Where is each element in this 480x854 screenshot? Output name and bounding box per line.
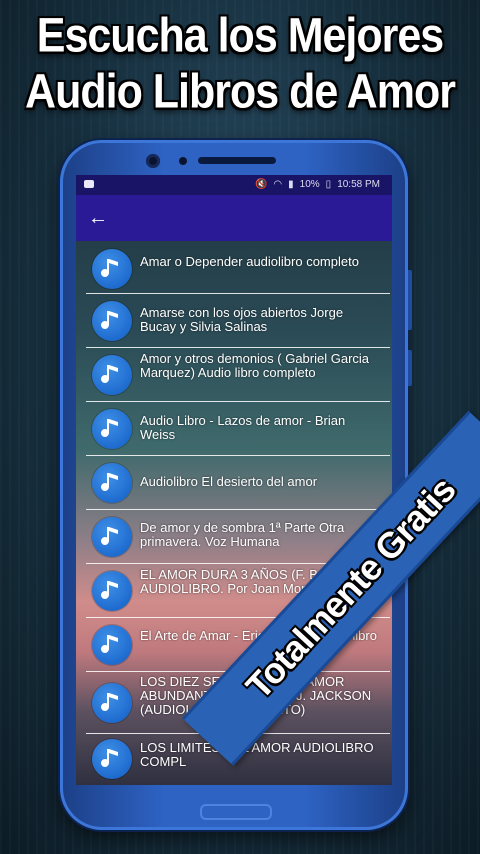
signal-icon: ▮ bbox=[288, 179, 294, 190]
clock: 10:58 PM bbox=[337, 179, 380, 190]
list-item[interactable]: El Arte de Amar - Erich Fromm Audiolibro bbox=[86, 619, 390, 672]
item-title: De amor y de sombra 1ª Parte Otra primav… bbox=[140, 520, 345, 549]
music-note-icon bbox=[92, 355, 132, 395]
battery-icon: ▯ bbox=[325, 179, 332, 190]
item-title: Amor y otros demonios ( Gabriel Garcia M… bbox=[140, 351, 370, 380]
home-button[interactable] bbox=[200, 804, 272, 820]
earpiece-speaker bbox=[198, 157, 276, 164]
item-title: Amarse con los ojos abiertos Jorge Bucay… bbox=[140, 305, 344, 334]
youtube-icon bbox=[84, 180, 94, 188]
list-item[interactable]: Audio Libro - Lazos de amor - Brian Weis… bbox=[86, 403, 390, 456]
list-item[interactable]: LOS LIMITES DEL AMOR AUDIOLIBRO COMPL bbox=[86, 735, 390, 781]
item-title: Audiolibro El desierto del amor bbox=[140, 474, 318, 489]
music-note-icon bbox=[92, 571, 132, 611]
music-note-icon bbox=[92, 409, 132, 449]
item-title: Amar o Depender audiolibro completo bbox=[140, 254, 359, 269]
list-item[interactable]: De amor y de sombra 1ª Parte Otra primav… bbox=[86, 511, 390, 564]
battery-text: 10% bbox=[299, 179, 320, 190]
music-note-icon bbox=[92, 463, 132, 503]
list-item[interactable]: EL AMOR DURA 3 AÑOS (F. Beigbeder) AUDIO… bbox=[86, 565, 390, 618]
music-note-icon bbox=[92, 739, 132, 779]
item-title: EL AMOR DURA 3 AÑOS (F. Beigbeder) AUDIO… bbox=[140, 567, 373, 596]
music-note-icon bbox=[92, 249, 132, 289]
list-item[interactable]: Amar o Depender audiolibro completo bbox=[86, 245, 390, 294]
headline-line-2: Audio Libros de Amor bbox=[25, 65, 456, 119]
app-bar: ← bbox=[76, 195, 392, 241]
list-item[interactable]: Amarse con los ojos abiertos Jorge Bucay… bbox=[86, 295, 390, 348]
item-title: LOS LIMITES DEL AMOR AUDIOLIBRO COMPL bbox=[140, 740, 374, 769]
app-screen: 🔇 ◠ ▮ 10% ▯ 10:58 PM ← Amar o Depender a… bbox=[76, 175, 392, 785]
front-camera bbox=[146, 154, 160, 168]
item-title: Audio Libro - Lazos de amor - Brian Weis… bbox=[140, 413, 346, 442]
volume-button bbox=[408, 270, 412, 330]
promo-headline: Escucha los Mejores Audio Libros de Amor bbox=[0, 8, 480, 120]
music-note-icon bbox=[92, 683, 132, 723]
power-button bbox=[408, 350, 412, 386]
item-title: El Arte de Amar - Erich Fromm Audiolibro bbox=[140, 628, 377, 643]
item-title: LOS DIEZ SECRETOS DEL AMOR ABUNDANTE POR… bbox=[140, 674, 372, 717]
status-right: 🔇 ◠ ▮ 10% ▯ 10:58 PM bbox=[255, 179, 380, 190]
list-item[interactable]: Amor y otros demonios ( Gabriel Garcia M… bbox=[86, 349, 390, 402]
status-bar: 🔇 ◠ ▮ 10% ▯ 10:58 PM bbox=[76, 175, 392, 195]
mute-icon: 🔇 bbox=[254, 179, 268, 190]
sensor-dot bbox=[179, 157, 187, 165]
list-item[interactable]: LOS DIEZ SECRETOS DEL AMOR ABUNDANTE POR… bbox=[86, 673, 390, 734]
wifi-icon: ◠ bbox=[273, 179, 283, 190]
music-note-icon bbox=[92, 301, 132, 341]
music-note-icon bbox=[92, 517, 132, 557]
headline-line-1: Escucha los Mejores bbox=[36, 9, 444, 63]
list-item[interactable]: Audiolibro El desierto del amor bbox=[86, 457, 390, 510]
music-note-icon bbox=[92, 625, 132, 665]
arrow-left-icon[interactable]: ← bbox=[88, 206, 112, 230]
